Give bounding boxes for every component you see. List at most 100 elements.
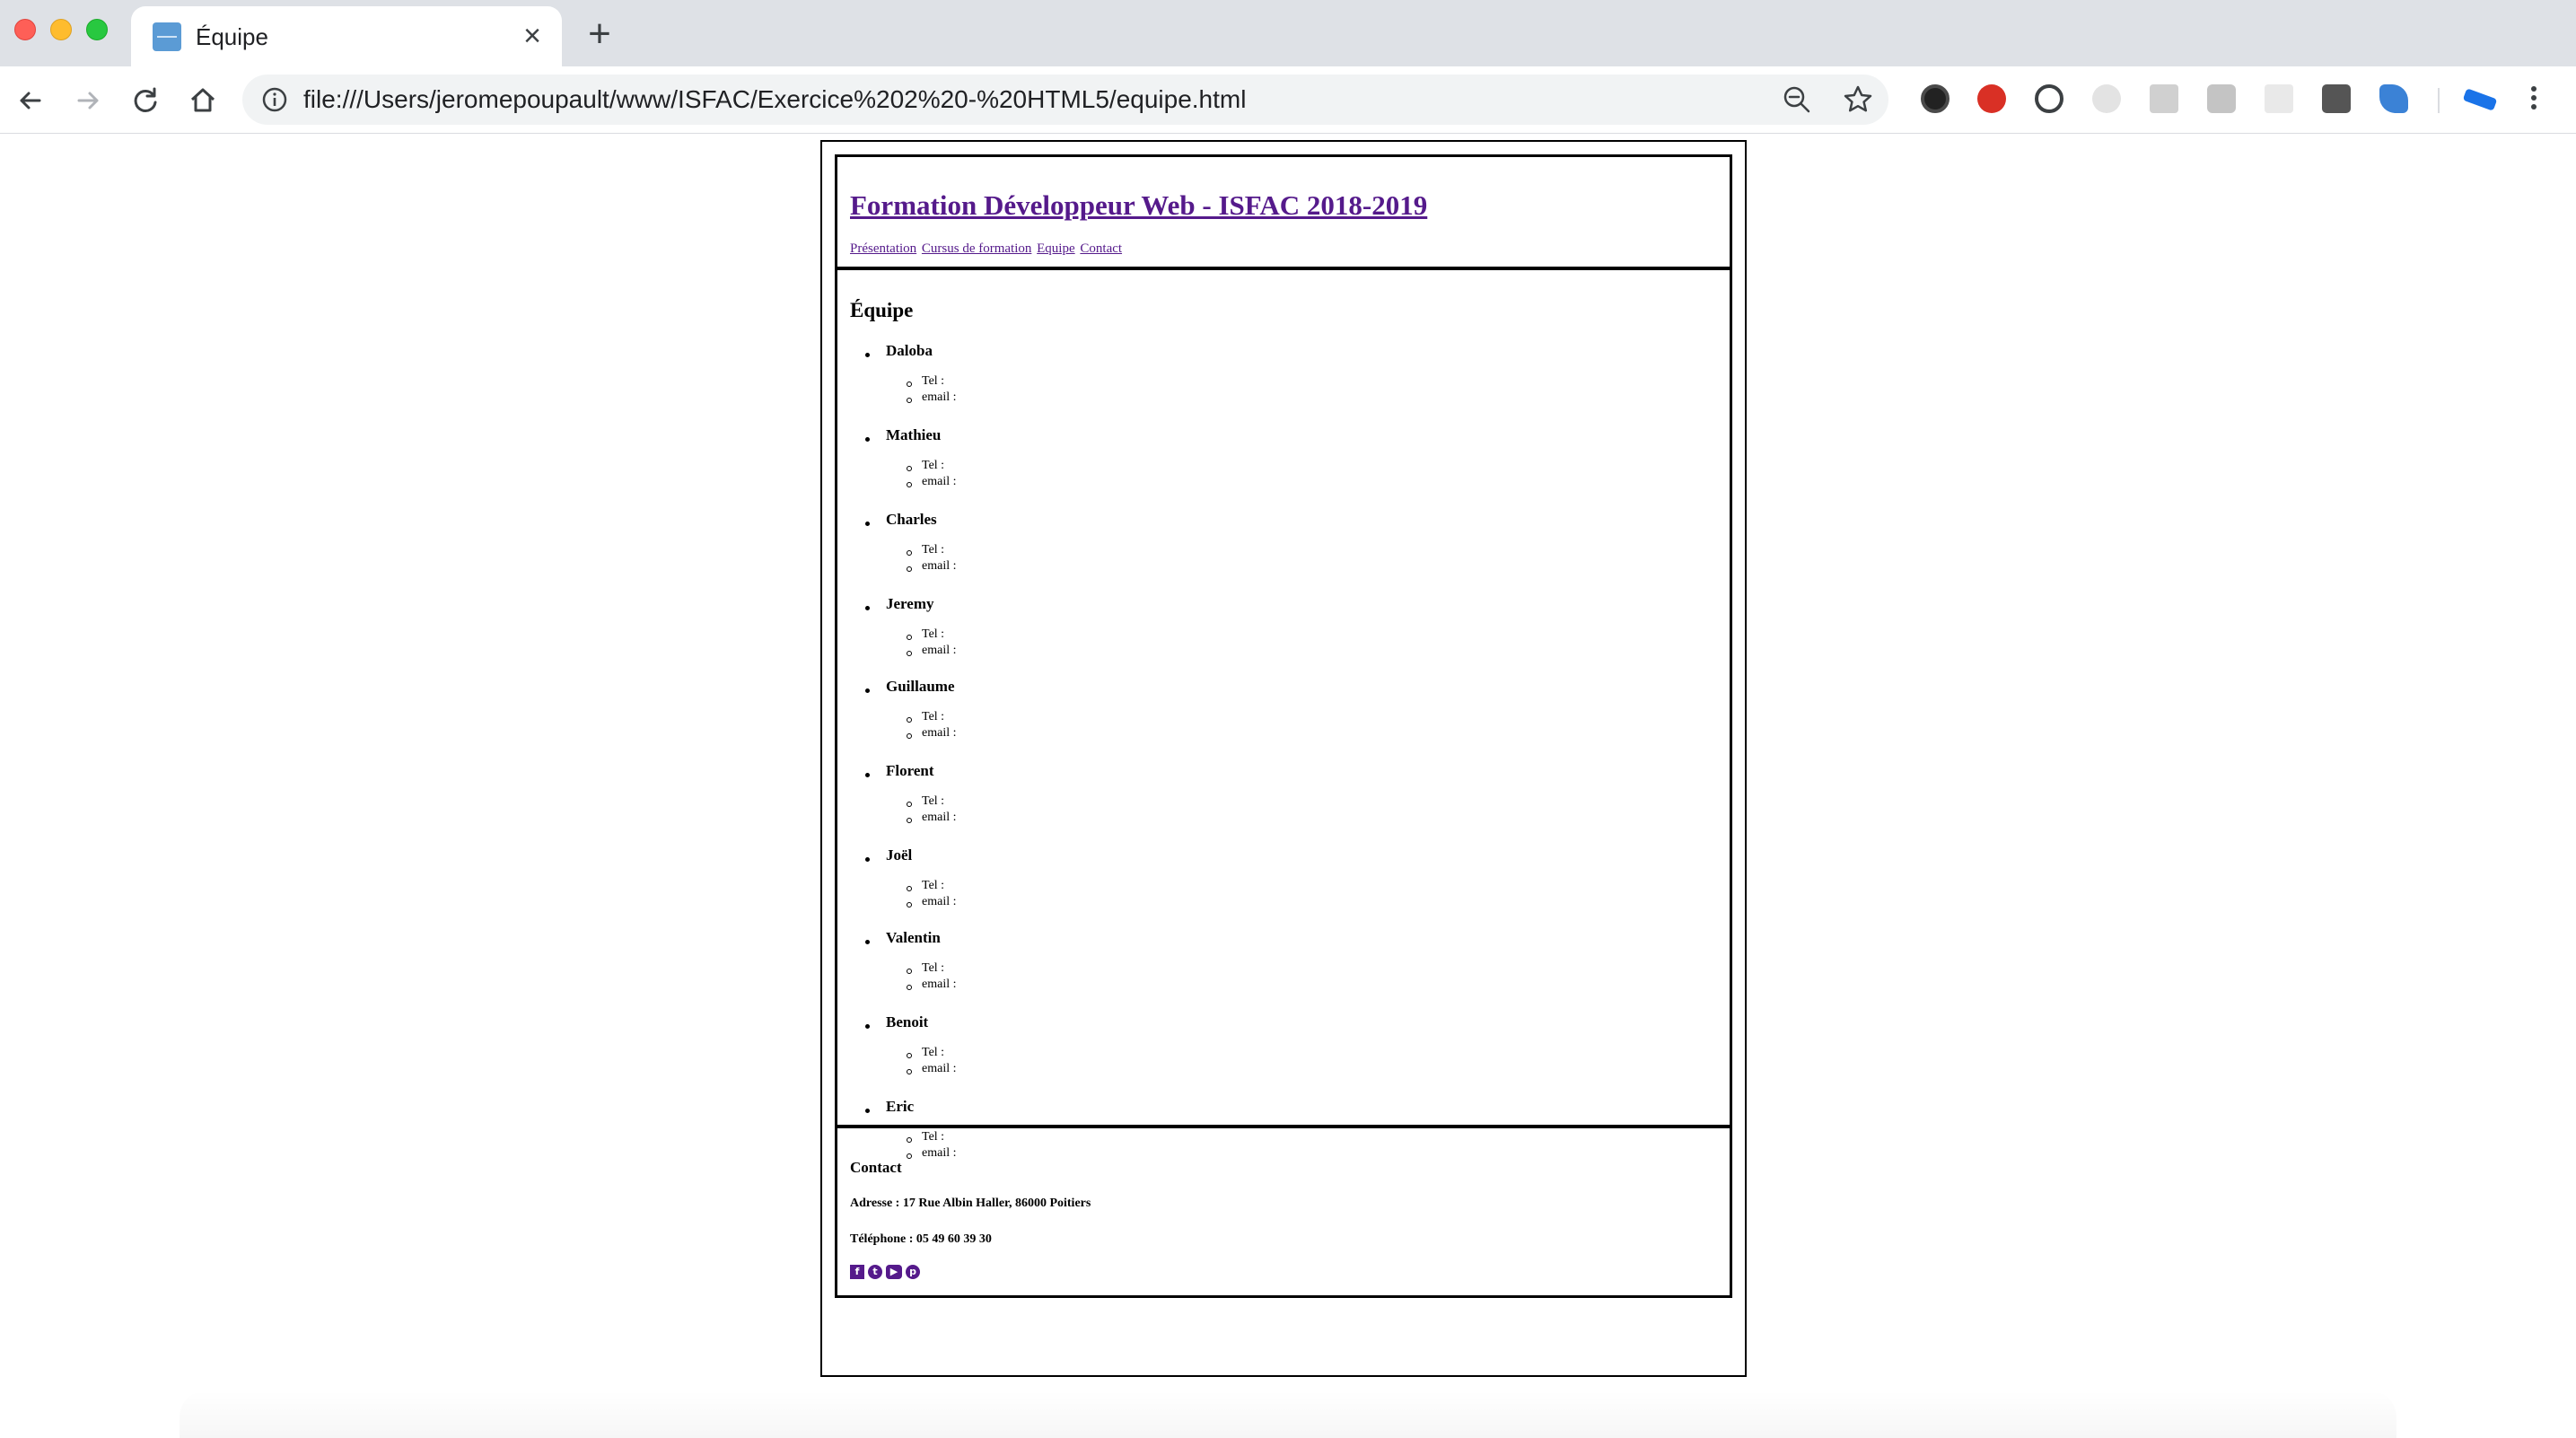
member-name: Daloba <box>886 342 933 359</box>
browser-menu-icon[interactable] <box>2529 83 2538 118</box>
bullet-icon <box>865 1024 870 1029</box>
extension-sync-icon[interactable] <box>2035 84 2063 113</box>
pinterest-icon[interactable]: p <box>906 1265 920 1279</box>
forward-button[interactable] <box>70 83 106 118</box>
member-name: Charles <box>886 511 937 528</box>
social-links: f t ▶ p <box>850 1265 920 1279</box>
new-tab-button[interactable]: + <box>582 14 618 54</box>
extension-bag-icon[interactable] <box>2322 84 2351 113</box>
list-item: Guillaume Tel : email : <box>850 676 1389 757</box>
member-name: Benoit <box>886 1013 929 1030</box>
bullet-icon <box>865 437 870 442</box>
member-tel: Tel : <box>906 543 945 557</box>
list-item: Charles Tel : email : <box>850 509 1389 590</box>
bullet-icon <box>865 940 870 944</box>
extension-square-icon[interactable] <box>2265 84 2293 113</box>
tab-title: Équipe <box>196 23 268 50</box>
member-email: email : <box>907 475 957 488</box>
member-email: email : <box>907 811 957 824</box>
nav-link-equipe[interactable]: Equipe <box>1037 241 1075 256</box>
nav-link-contact[interactable]: Contact <box>1080 241 1122 256</box>
back-arrow-icon <box>20 92 41 110</box>
member-name: Florent <box>886 762 934 779</box>
list-item: Joël Tel : email : <box>850 845 1389 925</box>
youtube-icon[interactable]: ▶ <box>886 1265 902 1279</box>
browser-tab-active[interactable]: Équipe × <box>131 6 562 66</box>
nav-link-presentation[interactable]: Présentation <box>850 241 916 256</box>
page-header: Formation Développeur Web - ISFAC 2018-2… <box>835 154 1732 269</box>
page-footer: Contact Adresse : 17 Rue Albin Haller, 8… <box>835 1126 1732 1298</box>
bullet-icon <box>865 606 870 610</box>
home-button[interactable] <box>185 83 221 118</box>
bullet-icon <box>865 1109 870 1113</box>
site-title-link[interactable]: Formation Développeur Web - ISFAC 2018-2… <box>850 189 1427 222</box>
close-window-button[interactable] <box>14 19 36 40</box>
member-name: Eric <box>886 1098 915 1115</box>
page-container: Formation Développeur Web - ISFAC 2018-2… <box>820 140 1747 1377</box>
extension-grid-icon[interactable] <box>2150 84 2178 113</box>
bullet-icon <box>865 857 870 862</box>
member-email: email : <box>907 559 957 573</box>
bullet-icon <box>865 522 870 526</box>
minimize-window-button[interactable] <box>50 19 72 40</box>
extension-dark-circle-icon[interactable] <box>1921 84 1950 113</box>
browser-toolbar: file:///Users/jeromepoupault/www/ISFAC/E… <box>0 66 2576 134</box>
extension-screen-icon[interactable] <box>2207 84 2236 113</box>
team-section: Équipe Daloba Tel : email : Mathieu Tel … <box>835 267 1732 1160</box>
facebook-icon[interactable]: f <box>850 1265 864 1279</box>
reload-icon <box>134 87 157 112</box>
section-title: Équipe <box>850 299 914 321</box>
reload-button[interactable] <box>127 83 163 118</box>
member-tel: Tel : <box>906 710 945 723</box>
list-item: Florent Tel : email : <box>850 760 1389 841</box>
member-tel: Tel : <box>906 374 945 388</box>
member-name: Jeremy <box>886 595 934 612</box>
extension-grey-circle-icon[interactable] <box>2092 84 2121 113</box>
info-icon[interactable] <box>260 85 289 114</box>
bookmark-star-icon[interactable] <box>1842 83 1874 116</box>
extension-blue-feather-icon[interactable] <box>2379 84 2408 113</box>
list-item: Valentin Tel : email : <box>850 927 1389 1008</box>
main-nav: Présentation Cursus de formation Equipe … <box>850 241 1124 257</box>
bullet-icon <box>865 353 870 357</box>
list-item: Benoit Tel : email : <box>850 1012 1389 1092</box>
footer-phone: Téléphone : 05 49 60 39 30 <box>850 1232 992 1246</box>
url-text[interactable]: file:///Users/jeromepoupault/www/ISFAC/E… <box>303 85 1246 114</box>
member-name: Guillaume <box>886 678 955 695</box>
twitter-icon[interactable]: t <box>868 1265 882 1279</box>
bullet-icon <box>865 688 870 693</box>
member-email: email : <box>907 726 957 740</box>
footer-title: Contact <box>850 1159 902 1176</box>
member-name: Mathieu <box>886 426 942 443</box>
footer-address: Adresse : 17 Rue Albin Haller, 86000 Poi… <box>850 1197 1091 1210</box>
member-tel: Tel : <box>906 879 945 892</box>
back-button[interactable] <box>13 83 48 118</box>
maximize-window-button[interactable] <box>86 19 108 40</box>
list-item: Jeremy Tel : email : <box>850 593 1389 674</box>
member-tel: Tel : <box>906 961 945 975</box>
member-tel: Tel : <box>906 1046 945 1059</box>
address-bar[interactable]: file:///Users/jeromepoupault/www/ISFAC/E… <box>242 75 1888 125</box>
member-tel: Tel : <box>906 459 945 472</box>
list-item: Daloba Tel : email : <box>850 340 1389 421</box>
nav-link-cursus[interactable]: Cursus de formation <box>922 241 1031 256</box>
forward-arrow-icon <box>77 92 99 110</box>
close-tab-icon[interactable]: × <box>517 21 548 51</box>
zoom-out-icon[interactable] <box>1781 83 1813 116</box>
member-email: email : <box>907 978 957 991</box>
list-item: Mathieu Tel : email : <box>850 425 1389 505</box>
member-email: email : <box>907 644 957 657</box>
member-email: email : <box>907 1062 957 1075</box>
home-icon <box>190 88 215 112</box>
bullet-icon <box>865 773 870 777</box>
member-name: Valentin <box>886 929 941 946</box>
page-favicon-icon <box>153 22 181 51</box>
member-tel: Tel : <box>906 794 945 808</box>
member-email: email : <box>907 390 957 404</box>
member-name: Joël <box>886 846 913 864</box>
toolbar-divider <box>2438 88 2440 113</box>
member-email: email : <box>907 895 957 908</box>
member-tel: Tel : <box>906 627 945 641</box>
extension-bird-icon[interactable] <box>2462 88 2498 111</box>
extension-red-shield-icon[interactable] <box>1977 84 2006 113</box>
